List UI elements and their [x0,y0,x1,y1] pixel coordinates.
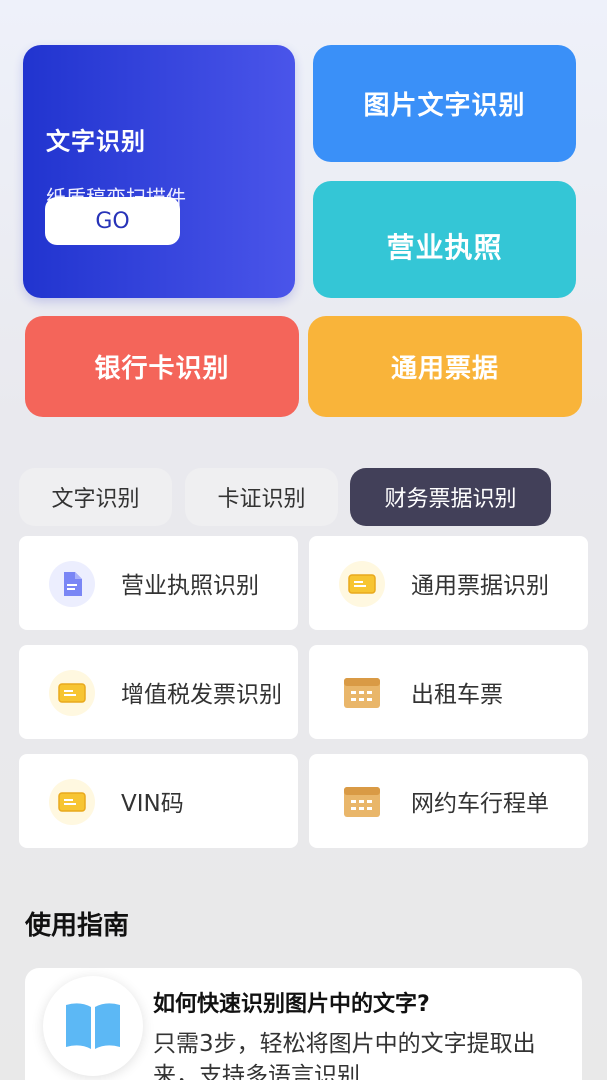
ticket-icon [339,561,385,607]
list-item-taxi-receipt[interactable]: 出租车票 [309,645,588,739]
tab-card-recognition[interactable]: 卡证识别 [185,468,338,526]
guide-card[interactable]: 如何快速识别图片中的文字? 只需3步，轻松将图片中的文字提取出来，支持多语言识别 [25,968,582,1080]
table-icon [339,779,385,825]
list-item-business-license[interactable]: 营业执照识别 [19,536,298,630]
document-icon [49,561,95,607]
table-icon [339,670,385,716]
go-button[interactable]: GO [45,197,180,245]
item-label: 出租车票 [411,682,503,708]
book-icon [43,976,143,1076]
item-label: VIN码 [121,791,184,817]
tab-text-recognition[interactable]: 文字识别 [19,468,172,526]
image-text-recognition-card[interactable]: 图片文字识别 [313,45,576,162]
item-label: 通用票据识别 [411,573,549,599]
hero-title: 文字识别 [46,127,146,156]
list-item-general-bill[interactable]: 通用票据识别 [309,536,588,630]
guide-section-title: 使用指南 [25,911,130,941]
item-label: 增值税发票识别 [121,682,282,708]
image-text-label: 图片文字识别 [363,91,526,121]
tab-finance-bill-recognition[interactable]: 财务票据识别 [350,468,551,526]
list-item-ride-hailing-itinerary[interactable]: 网约车行程单 [309,754,588,848]
general-bill-label: 通用票据 [390,354,499,384]
ticket-icon [49,779,95,825]
bank-card-label: 银行卡识别 [94,354,230,384]
list-item-vin[interactable]: VIN码 [19,754,298,848]
item-label: 营业执照识别 [121,573,259,599]
business-license-card[interactable]: 营业执照 [313,181,576,298]
general-bill-card[interactable]: 通用票据 [308,316,582,417]
guide-answer: 只需3步，轻松将图片中的文字提取出来，支持多语言识别 [153,1031,536,1080]
text-recognition-card[interactable]: 文字识别 纸质稿变扫描件 GO [23,45,295,298]
list-item-vat-invoice[interactable]: 增值税发票识别 [19,645,298,739]
bank-card-recognition-card[interactable]: 银行卡识别 [25,316,299,417]
ticket-icon [49,670,95,716]
guide-question: 如何快速识别图片中的文字? [153,992,430,1017]
item-label: 网约车行程单 [411,791,549,817]
business-license-label: 营业执照 [386,230,503,264]
